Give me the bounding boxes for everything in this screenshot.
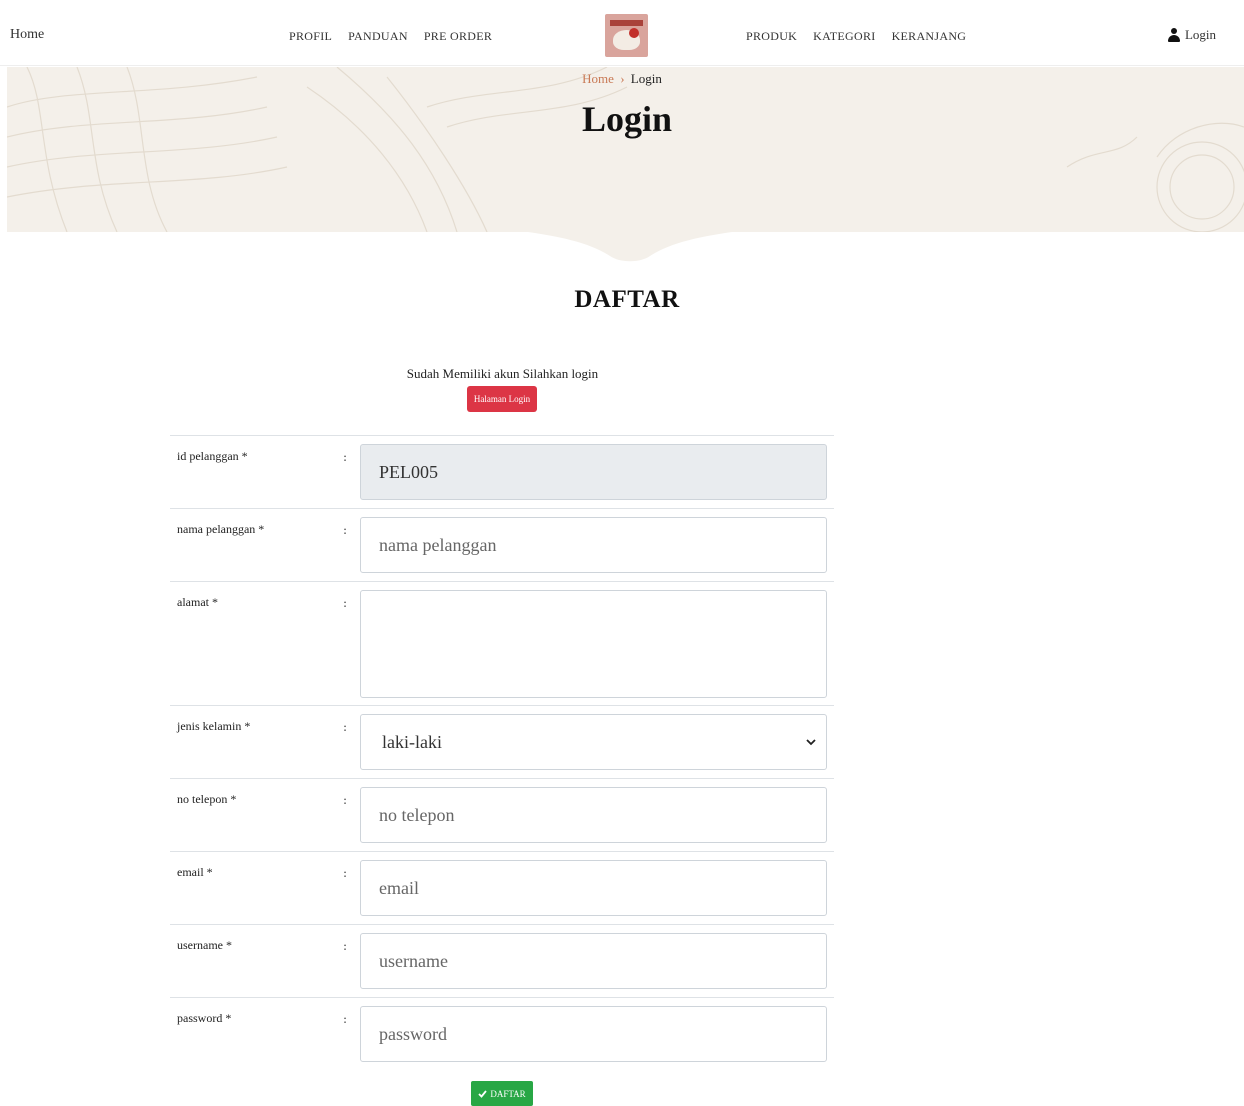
username-label: username * [177,938,232,952]
check-icon [478,1089,488,1098]
jenis-kelamin-select[interactable]: laki-laki [360,714,827,770]
email-input[interactable]: email [360,860,827,916]
daftar-submit-button[interactable]: DAFTAR [471,1081,533,1106]
user-icon [1167,28,1181,42]
nav-link-kategori[interactable]: KATEGORI [813,29,875,44]
form-row-id-pelanggan: id pelanggan * : PEL005 [170,435,834,508]
page-title: Login [581,99,673,139]
no-telepon-input[interactable]: no telepon [360,787,827,843]
nama-pelanggan-label: nama pelanggan * [177,522,265,536]
no-telepon-label: no telepon * [177,792,237,806]
hero-notch-decoration [520,231,740,262]
nav-link-keranjang[interactable]: KERANJANG [892,29,967,44]
colon: : [343,720,348,734]
no-telepon-placeholder: no telepon [379,804,455,825]
nav-link-panduan[interactable]: PANDUAN [348,29,408,44]
nama-pelanggan-input[interactable]: nama pelanggan [360,517,827,573]
hero-botanical-illustration [7,67,1244,232]
hero-banner [7,67,1244,232]
form-row-alamat: alamat * : [170,581,834,705]
nav-link-pre-order[interactable]: PRE ORDER [424,29,492,44]
nav-link-profil[interactable]: PROFIL [289,29,332,44]
colon: : [343,866,348,880]
id-pelanggan-input[interactable]: PEL005 [360,444,827,500]
colon: : [343,523,348,537]
registration-form: id pelanggan * : PEL005 nama pelanggan *… [170,435,834,1070]
daftar-submit-label: DAFTAR [490,1088,526,1099]
login-page-button[interactable]: Halaman Login [467,386,537,412]
colon: : [343,793,348,807]
colon: : [343,939,348,953]
email-placeholder: email [379,877,419,898]
nama-pelanggan-placeholder: nama pelanggan [379,534,497,555]
jenis-kelamin-label: jenis kelamin * [177,719,251,733]
form-row-username: username * : username [170,924,834,997]
breadcrumb-current: Login [630,71,662,86]
nav-left-links: PROFIL PANDUAN PRE ORDER [289,29,492,44]
alamat-textarea[interactable] [360,590,827,698]
section-title: DAFTAR [574,286,680,313]
nav-link-produk[interactable]: PRODUK [746,29,797,44]
login-prompt-text: Sudah Memiliki akun Silahkan login [406,366,599,381]
username-placeholder: username [379,950,448,971]
jenis-kelamin-selected: laki-laki [382,731,442,752]
form-row-nama-pelanggan: nama pelanggan * : nama pelanggan [170,508,834,581]
id-pelanggan-value: PEL005 [379,461,439,482]
breadcrumb: Home › Login [0,71,1244,87]
password-placeholder: password [379,1023,447,1044]
nav-login-link[interactable]: Login [1167,27,1216,43]
top-navbar: Home PROFIL PANDUAN PRE ORDER PRODUK KAT… [0,0,1244,66]
nav-login-label: Login [1184,27,1216,42]
password-input[interactable]: password [360,1006,827,1062]
alamat-label: alamat * [177,595,218,609]
form-row-password: password * : password [170,997,834,1070]
breadcrumb-home-link[interactable]: Home [582,71,614,86]
nav-right-links: PRODUK KATEGORI KERANJANG [746,29,966,44]
form-row-no-telepon: no telepon * : no telepon [170,778,834,851]
brand-logo[interactable] [605,14,648,57]
breadcrumb-separator-icon: › [620,71,625,86]
chevron-down-icon [806,739,816,746]
form-row-jenis-kelamin: jenis kelamin * : laki-laki [170,705,834,778]
username-input[interactable]: username [360,933,827,989]
email-label: email * [177,865,213,879]
password-label: password * [177,1011,232,1025]
id-pelanggan-label: id pelanggan * [177,449,248,463]
form-row-email: email * : email [170,851,834,924]
colon: : [343,1012,348,1026]
colon: : [343,596,348,610]
colon: : [343,450,348,464]
nav-home-link[interactable]: Home [10,27,44,43]
